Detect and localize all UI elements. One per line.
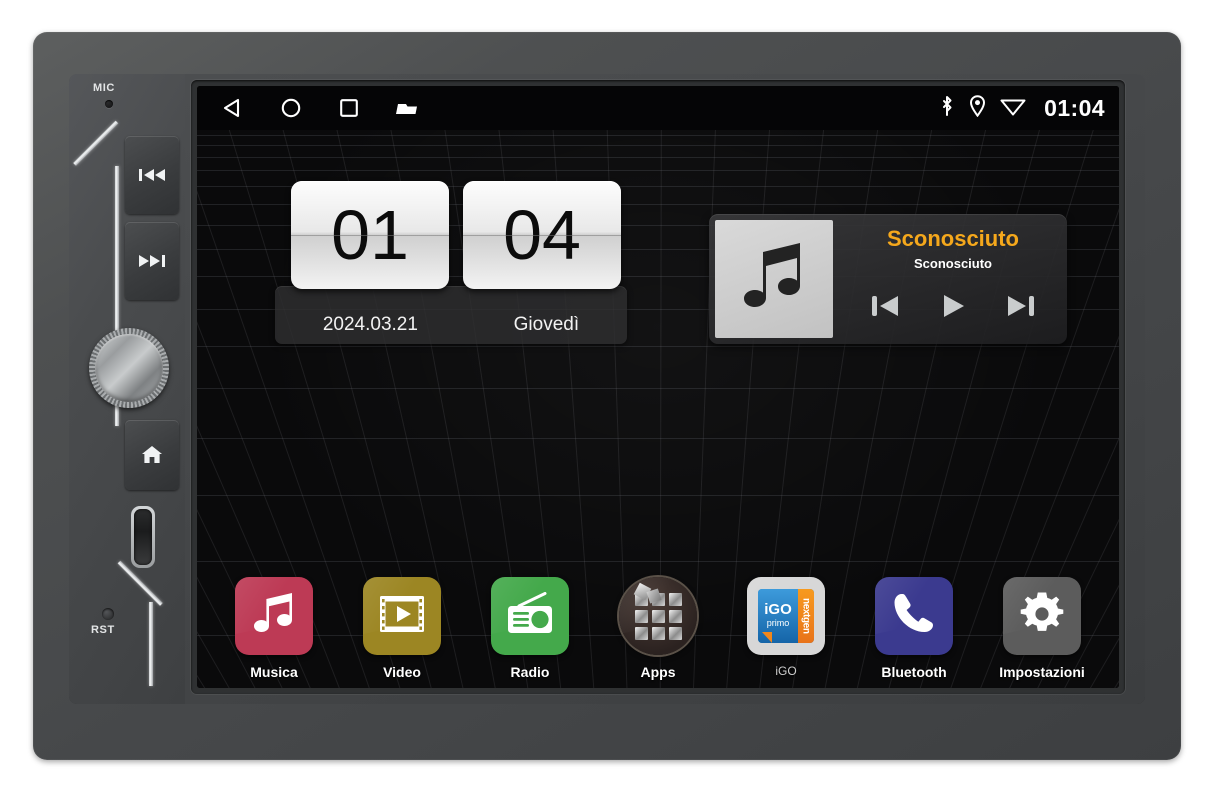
wallpaper-horizontal-line [197,345,1119,347]
wallpaper-horizontal-line [197,388,1119,390]
reset-button[interactable] [102,608,114,620]
app-musica[interactable]: Musica [222,577,326,680]
music-note-icon [253,591,295,642]
home-hardware-button[interactable] [125,420,179,490]
music-transport-controls [870,293,1036,324]
date-bar: 2024.03.21 Giovedì [275,286,627,344]
app-label-radio: Radio [510,664,550,680]
app-bluetooth[interactable]: Bluetooth [862,577,966,680]
app-dock: Musica Video Radio Apps iGO primo nextge… [197,577,1119,680]
volume-knob[interactable] [89,328,169,408]
navigation-button-group [219,94,421,122]
hardware-control-panel: MIC RST [69,74,185,704]
music-note-icon [738,236,810,323]
app-icon-apps[interactable] [619,577,697,655]
next-track-hardware-button[interactable] [125,222,179,300]
app-icon-impostazioni[interactable] [1003,577,1081,655]
car-head-unit-device: MIC RST 01:04 2024.03.21 Giovedì 01 04 S… [33,32,1181,760]
screen-bezel-inner: 01:04 2024.03.21 Giovedì 01 04 Sconosciu… [191,80,1125,694]
app-label-musica: Musica [250,664,298,680]
android-status-bar: 01:04 [197,86,1119,130]
sd-card-slot[interactable] [131,506,155,568]
radio-icon [505,591,555,641]
app-apps[interactable]: Apps [606,577,710,680]
clock-minute-card: 04 [463,181,621,289]
wallpaper-horizontal-line [197,494,1119,496]
status-bar-clock: 01:04 [1044,94,1105,121]
igo-primo-icon: iGO primo nextgen [758,589,814,643]
app-video[interactable]: Video [350,577,454,680]
app-icon-musica[interactable] [235,577,313,655]
gear-icon [1018,590,1066,643]
location-pin-icon [969,94,986,122]
clock-hour-card: 01 [291,181,449,289]
music-player-widget[interactable]: Sconosciuto Sconosciuto [709,214,1067,344]
microphone-hole-icon [105,100,113,108]
phone-handset-icon [891,591,937,642]
igo-logo-accent: nextgen [798,589,814,643]
skip-backward-icon [138,168,166,182]
app-label-igo: iGO [775,664,797,678]
app-icon-bluetooth[interactable] [875,577,953,655]
track-title: Sconosciuto [886,226,1019,251]
app-icon-video[interactable] [363,577,441,655]
previous-track-hardware-button[interactable] [125,136,179,214]
circle-home-icon[interactable] [277,94,305,122]
skip-forward-icon [138,254,166,268]
system-status-icons: 01:04 [939,95,1105,122]
app-label-apps: Apps [640,664,676,680]
app-label-bluetooth: Bluetooth [881,664,947,680]
igo-logo-primary: iGO [764,601,792,619]
chrome-accent-upper [73,120,119,166]
app-label-impostazioni: Impostazioni [999,664,1085,680]
music-metadata: Sconosciuto Sconosciuto [839,214,1067,344]
igo-logo-secondary: primo [766,618,790,629]
wallpaper-horizontal-line [197,170,1119,172]
film-play-icon [378,594,426,639]
wifi-icon [1000,96,1026,121]
folder-icon[interactable] [393,94,421,122]
wallpaper-horizontal-line [197,560,1119,562]
touchscreen-display[interactable]: 01:04 2024.03.21 Giovedì 01 04 Sconosciu… [197,86,1119,688]
next-track-icon[interactable] [1006,293,1036,324]
reset-label: RST [91,624,115,636]
app-impostazioni[interactable]: Impostazioni [990,577,1094,680]
previous-track-icon[interactable] [870,293,900,324]
widget-weekday: Giovedì [513,314,580,335]
app-icon-radio[interactable] [491,577,569,655]
square-recents-icon[interactable] [335,94,363,122]
bluetooth-icon [939,95,955,122]
album-art [715,220,833,338]
wallpaper-horizontal-line [197,437,1119,439]
app-radio[interactable]: Radio [478,577,582,680]
screen-bezel: 01:04 2024.03.21 Giovedì 01 04 Sconosciu… [185,74,1145,704]
device-front-face: MIC RST 01:04 2024.03.21 Giovedì 01 04 S… [69,74,1145,704]
wallpaper-horizontal-line [197,144,1119,146]
mic-label: MIC [93,82,115,94]
play-icon[interactable] [940,293,966,324]
app-label-video: Video [383,664,421,680]
track-artist: Sconosciuto [913,256,992,271]
app-icon-igo[interactable]: iGO primo nextgen [747,577,825,655]
widget-date: 2024.03.21 [322,314,418,335]
wallpaper-horizontal-line [197,134,1119,136]
home-icon [141,445,163,465]
wallpaper-horizontal-line [197,156,1119,158]
igo-logo-tail [762,632,772,643]
chrome-accent-bottom [149,602,153,686]
app-igo[interactable]: iGO primo nextgen iGO [734,577,838,680]
back-icon[interactable] [219,94,247,122]
